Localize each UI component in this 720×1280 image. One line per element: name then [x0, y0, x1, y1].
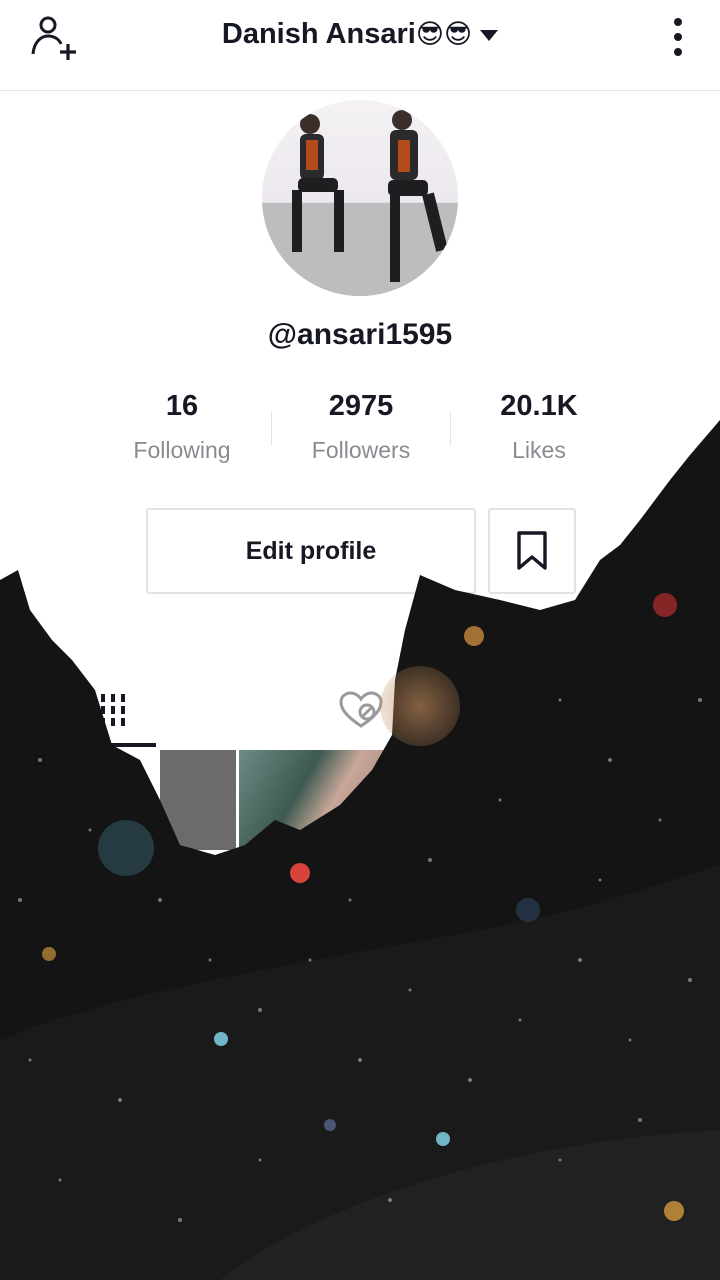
favorites-button[interactable] [488, 508, 576, 594]
likes-label: Likes [512, 437, 566, 463]
bookmark-icon [517, 531, 547, 570]
likes-count: 20.1K [500, 390, 578, 422]
grid-icon[interactable] [96, 690, 136, 730]
chevron-down-icon [480, 29, 499, 41]
username: @ansari1595 [267, 318, 453, 351]
avatar[interactable] [262, 100, 458, 296]
liked-heart-icon[interactable] [338, 690, 384, 730]
tab-selected-indicator [90, 743, 156, 747]
stat-following[interactable]: 16 Following [92, 390, 272, 464]
avatar-photo [262, 110, 458, 296]
top-bar: Danish Ansari😎😎 [0, 0, 720, 91]
edit-profile-button[interactable]: Edit profile [146, 508, 476, 594]
following-count: 16 [165, 390, 199, 422]
followers-count: 2975 [328, 390, 394, 422]
profile-title[interactable]: Danish Ansari😎😎 [0, 18, 720, 51]
stat-followers[interactable]: 2975 Followers [271, 390, 451, 464]
profile-title-text: Danish Ansari [221, 18, 416, 50]
following-label: Following [133, 437, 231, 463]
stat-likes[interactable]: 20.1K Likes [449, 390, 629, 464]
followers-label: Followers [311, 437, 411, 463]
profile-title-emojis: 😎😎 [415, 19, 473, 49]
more-vertical-icon[interactable] [664, 16, 692, 60]
video-thumbnail[interactable] [160, 750, 236, 850]
video-thumbnail[interactable] [239, 750, 389, 850]
